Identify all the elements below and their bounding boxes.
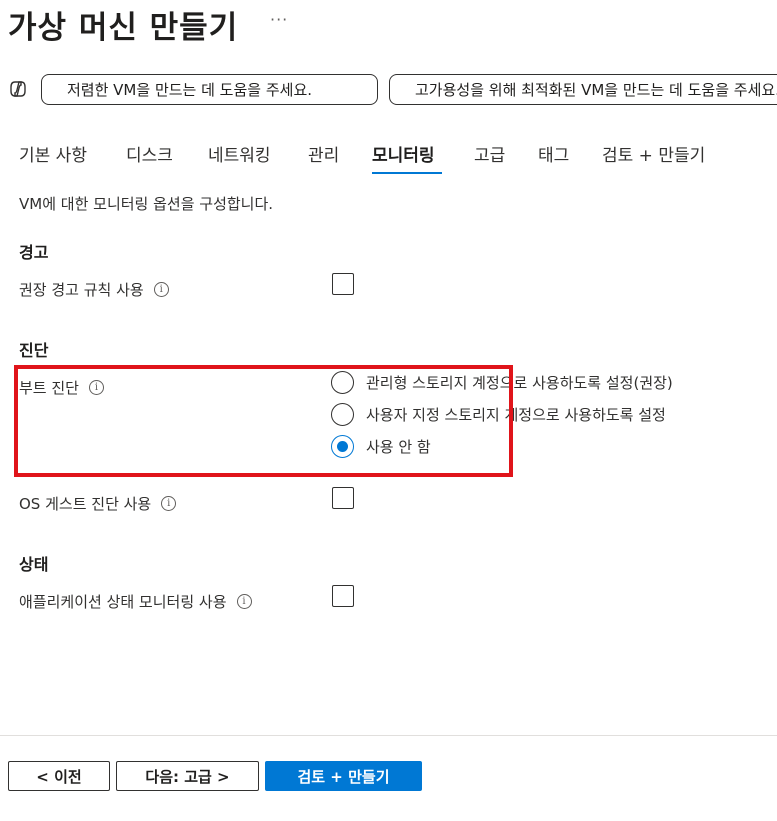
create-vm-page: 가상 머신 만들기 ··· 저렴한 VM을 만드는 데 도움을 주세요. 고가용… — [0, 0, 777, 821]
info-icon[interactable]: i — [153, 282, 169, 297]
tab-tags[interactable]: 태그 — [538, 141, 569, 166]
recommended-alert-rules-checkbox[interactable] — [332, 273, 354, 295]
tab-advanced[interactable]: 고급 — [474, 141, 505, 166]
info-icon[interactable]: i — [161, 496, 177, 511]
os-guest-diagnostics-checkbox[interactable] — [332, 487, 354, 509]
tab-monitoring[interactable]: 모니터링 — [372, 141, 435, 166]
page-title: 가상 머신 만들기 — [8, 10, 239, 46]
app-health-monitoring-label: 애플리케이션 상태 모니터링 사용 i — [19, 591, 252, 612]
recommended-alert-rules-text: 권장 경고 규칙 사용 — [19, 281, 144, 299]
previous-button[interactable]: < 이전 — [8, 761, 110, 791]
copilot-suggestion-cheap-vm[interactable]: 저렴한 VM을 만드는 데 도움을 주세요. — [41, 74, 378, 105]
footer-divider — [0, 735, 777, 736]
more-options-button[interactable]: ··· — [270, 10, 288, 29]
copilot-suggestion-ha-vm[interactable]: 고가용성을 위해 최적화된 VM을 만드는 데 도움을 주세요. — [389, 74, 777, 105]
active-tab-indicator — [372, 172, 442, 174]
page-description: VM에 대한 모니터링 옵션을 구성합니다. — [19, 195, 274, 213]
tab-basics[interactable]: 기본 사항 — [19, 141, 87, 166]
tab-review-create[interactable]: 검토 + 만들기 — [602, 141, 705, 166]
tab-disks[interactable]: 디스크 — [126, 141, 173, 166]
os-guest-diagnostics-label: OS 게스트 진단 사용 i — [19, 493, 177, 514]
next-advanced-button[interactable]: 다음: 고급 > — [116, 761, 259, 791]
review-create-button[interactable]: 검토 + 만들기 — [265, 761, 422, 791]
app-health-monitoring-checkbox[interactable] — [332, 585, 354, 607]
copilot-icon — [10, 81, 26, 97]
boot-diagnostics-highlight-box — [14, 365, 513, 477]
tab-networking[interactable]: 네트워킹 — [208, 141, 271, 166]
tab-management[interactable]: 관리 — [308, 141, 339, 166]
app-health-monitoring-text: 애플리케이션 상태 모니터링 사용 — [19, 593, 227, 611]
diagnostics-heading: 진단 — [19, 341, 49, 360]
info-icon[interactable]: i — [236, 594, 252, 609]
health-heading: 상태 — [19, 555, 49, 574]
os-guest-diagnostics-text: OS 게스트 진단 사용 — [19, 495, 152, 513]
alerts-heading: 경고 — [19, 243, 49, 262]
recommended-alert-rules-label: 권장 경고 규칙 사용 i — [19, 279, 169, 300]
